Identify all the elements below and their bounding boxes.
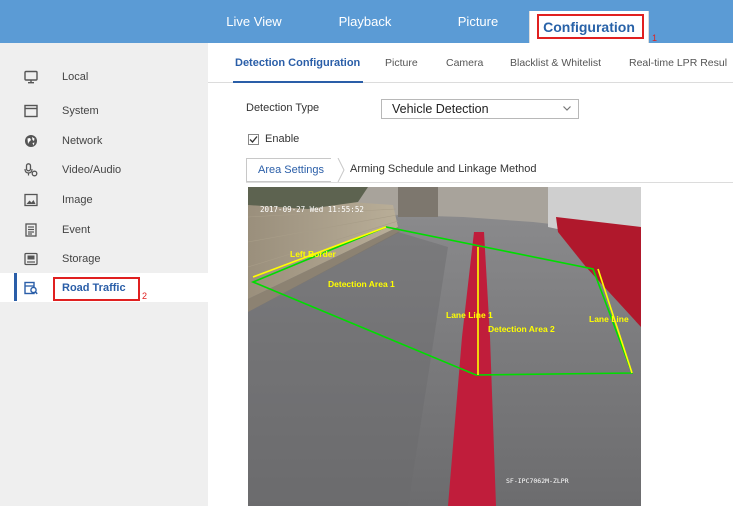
image-icon [24,193,38,207]
sidebar-item-label: Road Traffic [62,281,126,294]
road-traffic-icon [24,281,38,295]
enable-label: Enable [265,133,300,145]
step-marker-2: 2 [142,291,148,301]
chevron-down-icon [562,103,572,113]
top-nav-playback[interactable]: Playback [324,0,406,43]
sidebar-active-indicator [14,273,17,301]
sidebar-item-road-traffic[interactable]: Road Traffic [0,273,208,302]
top-nav-live-view[interactable]: Live View [214,0,294,43]
overlay-label-detection-area-1: Detection Area 1 [328,279,395,289]
tab-blacklist-whitelist[interactable]: Blacklist & Whitelist [510,53,601,73]
sidebar-item-storage[interactable]: Storage [0,244,208,273]
background-building [398,187,438,217]
overlay-label-lane-line-2: Lane Line [589,314,629,324]
sidebar-item-label: Local [62,70,89,83]
detection-type-select[interactable]: Vehicle Detection [381,99,579,119]
step-arrow-divider [331,158,345,182]
step-tab-area-settings[interactable]: Area Settings [246,158,338,182]
top-nav-configuration[interactable]: Configuration [529,11,649,43]
step-marker-1: 1 [652,33,658,43]
enable-checkbox[interactable] [248,134,259,145]
sidebar-item-network[interactable]: Network [0,126,208,155]
overlay-label-detection-area-2: Detection Area 2 [488,324,555,334]
sidebar-item-image[interactable]: Image [0,185,208,214]
sidebar-item-event[interactable]: Event [0,215,208,244]
detection-type-value: Vehicle Detection [392,102,489,116]
microphone-icon [24,162,38,177]
storage-icon [24,252,38,266]
step-tab-label: Area Settings [258,164,325,176]
sidebar-item-video-audio[interactable]: Video/Audio [0,155,208,184]
globe-icon [24,134,38,148]
tab-real-time-lpr-result[interactable]: Real-time LPR Resul [629,53,727,73]
step-tab-baseline [246,182,733,183]
overlay-label-left-border: Left Border [290,249,337,259]
osd-camera-model: SF-IPC7062M-ZLPR [506,477,569,485]
top-nav-picture[interactable]: Picture [440,0,516,43]
sidebar-item-label: Video/Audio [62,163,122,176]
sidebar-item-local[interactable]: Local [0,62,208,91]
system-window-icon [24,104,38,118]
sidebar-item-label: Event [62,223,91,236]
checkmark-icon [249,136,258,143]
sidebar-item-label: Network [62,134,103,147]
sidebar-item-system[interactable]: System [0,96,208,125]
live-video-preview[interactable]: Left Border Detection Area 1 Lane Line 1… [248,187,641,506]
event-list-icon [24,222,38,237]
detection-type-label: Detection Type [246,102,320,114]
tab-detection-configuration[interactable]: Detection Configuration [235,53,360,73]
overlay-label-lane-line-1: Lane Line 1 [446,310,493,320]
sidebar-item-label: Storage [62,252,101,265]
monitor-icon [24,70,38,84]
video-frame: Left Border Detection Area 1 Lane Line 1… [248,187,641,506]
active-tab-underline [233,81,363,83]
tab-camera[interactable]: Camera [446,53,483,73]
sidebar-item-label: System [62,104,99,117]
tab-picture[interactable]: Picture [385,53,418,73]
sidebar-item-label: Image [62,193,93,206]
osd-timestamp: 2017-09-27 Wed 11:55:52 [260,205,364,214]
step-tab-label: Arming Schedule and Linkage Method [350,163,537,175]
